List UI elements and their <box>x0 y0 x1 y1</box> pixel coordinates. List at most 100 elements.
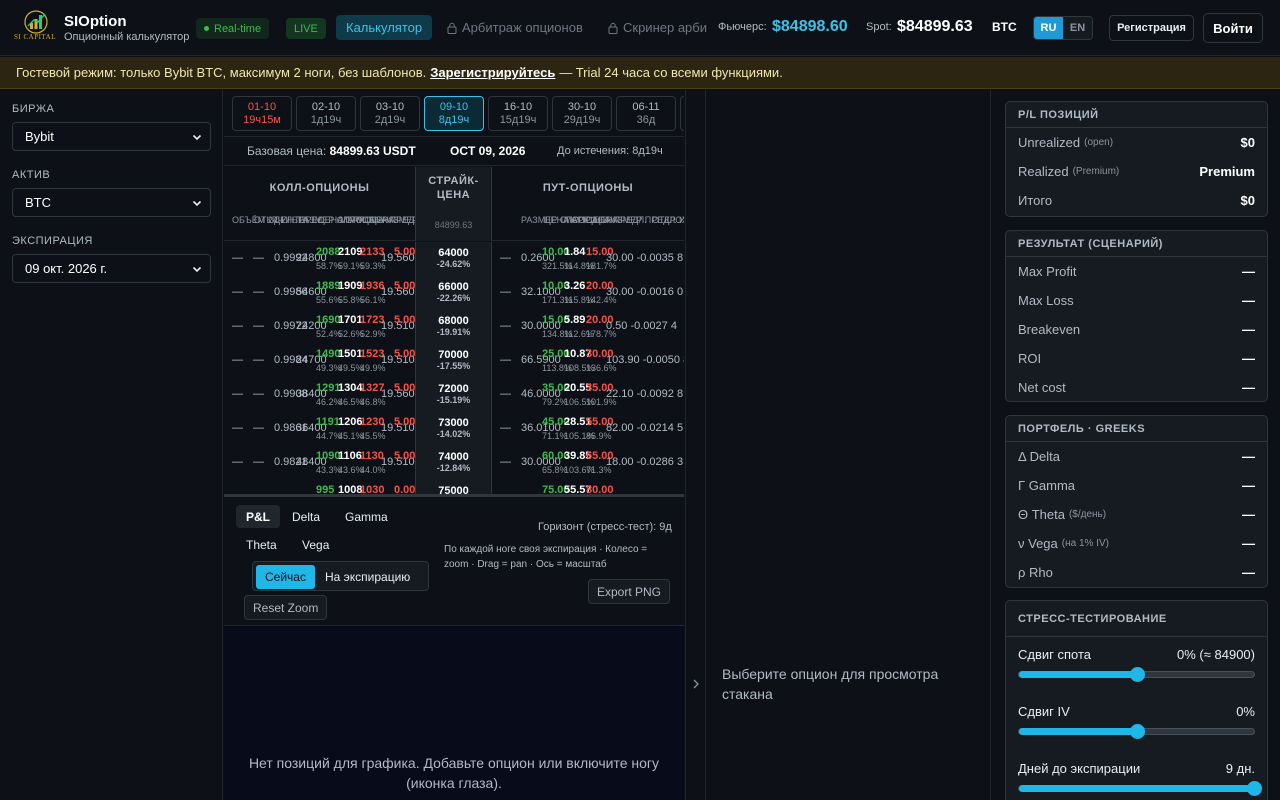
table-row[interactable]: ——995100810300.00—75.0055.5780.0075000 <box>224 480 684 494</box>
tab-delta[interactable]: Delta <box>282 505 330 528</box>
expiration-tab[interactable]: 09-10 8д19ч <box>424 96 484 131</box>
expiration-tab[interactable]: 02-10 1д19ч <box>296 96 356 131</box>
table-row[interactable]: — —0.9821 48400 1090 1106 1130 19.5100 5.00 43.3… <box>224 446 684 480</box>
put-col-open-interest: ОТКР. ИНТЕРЕС <box>652 215 684 225</box>
expiration-tab[interactable]: 03-10 2д19ч <box>360 96 420 131</box>
strike-header-line-1: СТРАЙК- <box>428 175 479 187</box>
register-link[interactable]: Зарегистрируйтесь <box>430 65 555 80</box>
expiration-time-left: 1д19ч <box>310 114 342 126</box>
call-bid[interactable]: 2088 <box>316 246 340 258</box>
mode-now-button[interactable]: Сейчас <box>256 565 315 589</box>
slider-value: 9 дн. <box>1225 761 1255 776</box>
metric-value: — <box>1242 478 1255 493</box>
expiration-date: 03-10 <box>375 101 405 113</box>
slider-handle[interactable] <box>1129 667 1145 682</box>
expiration-tab[interactable]: 275 <box>680 96 684 131</box>
call-volume: — <box>232 320 243 332</box>
slider-value: 0% (≈ 84900) <box>1177 647 1255 662</box>
asset-value: BTC <box>25 195 51 210</box>
table-row[interactable]: — —0.9984 24700 1490 1501 1523 19.5100 5.00 49.3… <box>224 344 684 378</box>
tab-vega[interactable]: Vega <box>292 533 339 556</box>
expiration-tab[interactable]: 01-10 19ч15м <box>232 96 292 131</box>
asset-label: АКТИВ <box>12 169 51 181</box>
nav-screener[interactable]: Скринер арби <box>608 20 707 35</box>
metric-label: Итого <box>1018 193 1053 208</box>
chart-plot-area[interactable]: Нет позиций для графика. Добавьте опцион… <box>224 625 684 800</box>
call-bid[interactable]: 1090 <box>316 450 340 462</box>
metric-row: Breakeven — <box>1006 315 1267 344</box>
scenario-card: РЕЗУЛЬТАТ (СЦЕНАРИЙ) Max Profit — Max Loss… <box>1005 230 1268 402</box>
exchange-select[interactable]: Bybit <box>12 122 211 151</box>
call-bid[interactable]: 1690 <box>316 314 340 326</box>
brand-subtitle: Опционный калькулятор <box>64 31 190 43</box>
nav-calculator[interactable]: Калькулятор <box>336 15 433 40</box>
orderbook-collapse-toggle[interactable] <box>686 90 706 800</box>
register-button[interactable]: Регистрация <box>1109 15 1194 41</box>
metric-label: Δ Delta <box>1018 449 1060 464</box>
metric-value: — <box>1242 264 1255 279</box>
table-row[interactable]: — —0.9986 54600 1889 1909 1936 19.5600 5.00 55.6… <box>224 276 684 310</box>
reset-zoom-button[interactable]: Reset Zoom <box>244 595 328 620</box>
slider-handle[interactable] <box>1129 724 1145 739</box>
app: SI CAPITAL SIOption Опционный калькулято… <box>0 0 1280 800</box>
expiration-tab[interactable]: 30-10 29д19ч <box>552 96 612 131</box>
lang-ru-button[interactable]: RU <box>1034 17 1063 39</box>
stress-card-title: СТРЕСС-ТЕСТИРОВАНИЕ <box>1006 601 1267 637</box>
put-volume: — <box>500 456 511 468</box>
tab-gamma[interactable]: Gamma <box>335 505 398 528</box>
strike-price: 66000 <box>438 281 469 293</box>
call-ask[interactable]: 1030 <box>360 484 384 494</box>
call-bid[interactable]: 995 <box>316 484 334 494</box>
slider-label: Сдвиг спота <box>1018 647 1092 662</box>
table-row[interactable]: — —0.9992 24800 2088 2109 2133 19.5600 5.00 58.7… <box>224 242 684 276</box>
nav-arbitrage[interactable]: Арбитраж опционов <box>447 20 583 35</box>
export-png-button[interactable]: Export PNG <box>588 579 671 604</box>
slider-handle[interactable] <box>1247 781 1262 796</box>
put-volume: — <box>500 388 511 400</box>
table-row[interactable]: — —0.9972 24200 1690 1701 1723 19.5100 5.00 52.4… <box>224 310 684 344</box>
put-ask[interactable]: 80.00 <box>586 484 614 494</box>
chart-hint: По каждой ноге своя экспирация · Колесо … <box>444 544 648 570</box>
slider-track[interactable] <box>1018 781 1262 796</box>
strike-reference: 84899.63 <box>415 209 492 241</box>
strike-price: 74000 <box>438 451 469 463</box>
put-volume: — <box>500 252 511 264</box>
call-ask-price-overlay[interactable]: 5.00 <box>394 416 415 428</box>
metric-label: Realized <box>1018 164 1069 179</box>
expiration-tab[interactable]: 16-10 15д19ч <box>488 96 548 131</box>
table-row[interactable]: — —0.9861 36400 1191 1206 1230 19.5100 5.00 44.7… <box>224 412 684 446</box>
call-bid[interactable]: 1490 <box>316 348 340 360</box>
call-ask-price-overlay[interactable]: 0.00 <box>394 484 415 494</box>
expiration-date: 30-10 <box>567 101 597 113</box>
table-row[interactable]: — —0.9908 38400 1291 1304 1327 19.5600 5.00 46.2… <box>224 378 684 412</box>
stress-horizon: Горизонт (стресс-тест): 9д <box>538 521 672 533</box>
slider-track[interactable] <box>1018 667 1255 682</box>
column-headers: ОБЪЁМ 24Ч ОТКР. ИНТЕРЕС ДЕЛЬТА РАЗМЕР СП… <box>224 209 684 241</box>
strike-price: 75000 <box>438 485 469 494</box>
slider-track[interactable] <box>1018 724 1255 739</box>
call-ask-price-overlay[interactable]: 5.00 <box>394 314 415 326</box>
call-ask-price-overlay[interactable]: 5.00 <box>394 450 415 462</box>
expiration-tab[interactable]: 06-11 36д <box>616 96 676 131</box>
call-ask-price-overlay[interactable]: 5.00 <box>394 280 415 292</box>
tab-pl[interactable]: P&L <box>236 505 280 528</box>
call-bid[interactable]: 1889 <box>316 280 340 292</box>
base-price-label: Базовая цена: <box>247 144 327 158</box>
call-ask-price-overlay[interactable]: 5.00 <box>394 246 415 258</box>
call-ask-price-overlay[interactable]: 5.00 <box>394 348 415 360</box>
base-price: Базовая цена: 84899.63 USDT <box>247 144 416 158</box>
metric-label: ν Vega <box>1018 536 1058 551</box>
spot-price: $84899.63 <box>897 18 973 35</box>
metric-value: $0 <box>1240 135 1255 150</box>
call-open-interest: — <box>253 252 264 264</box>
expiration-select[interactable]: 09 окт. 2026 г. <box>12 254 211 283</box>
lang-en-button[interactable]: EN <box>1063 17 1092 39</box>
asset-select[interactable]: BTC <box>12 188 211 217</box>
tab-theta[interactable]: Theta <box>236 533 287 556</box>
mode-expiry-button[interactable]: На экспирацию <box>325 565 410 589</box>
call-open-interest: — <box>253 422 264 434</box>
login-button[interactable]: Войти <box>1203 13 1263 43</box>
call-ask-price-overlay[interactable]: 5.00 <box>394 382 415 394</box>
call-bid[interactable]: 1191 <box>316 416 340 428</box>
call-bid[interactable]: 1291 <box>316 382 340 394</box>
